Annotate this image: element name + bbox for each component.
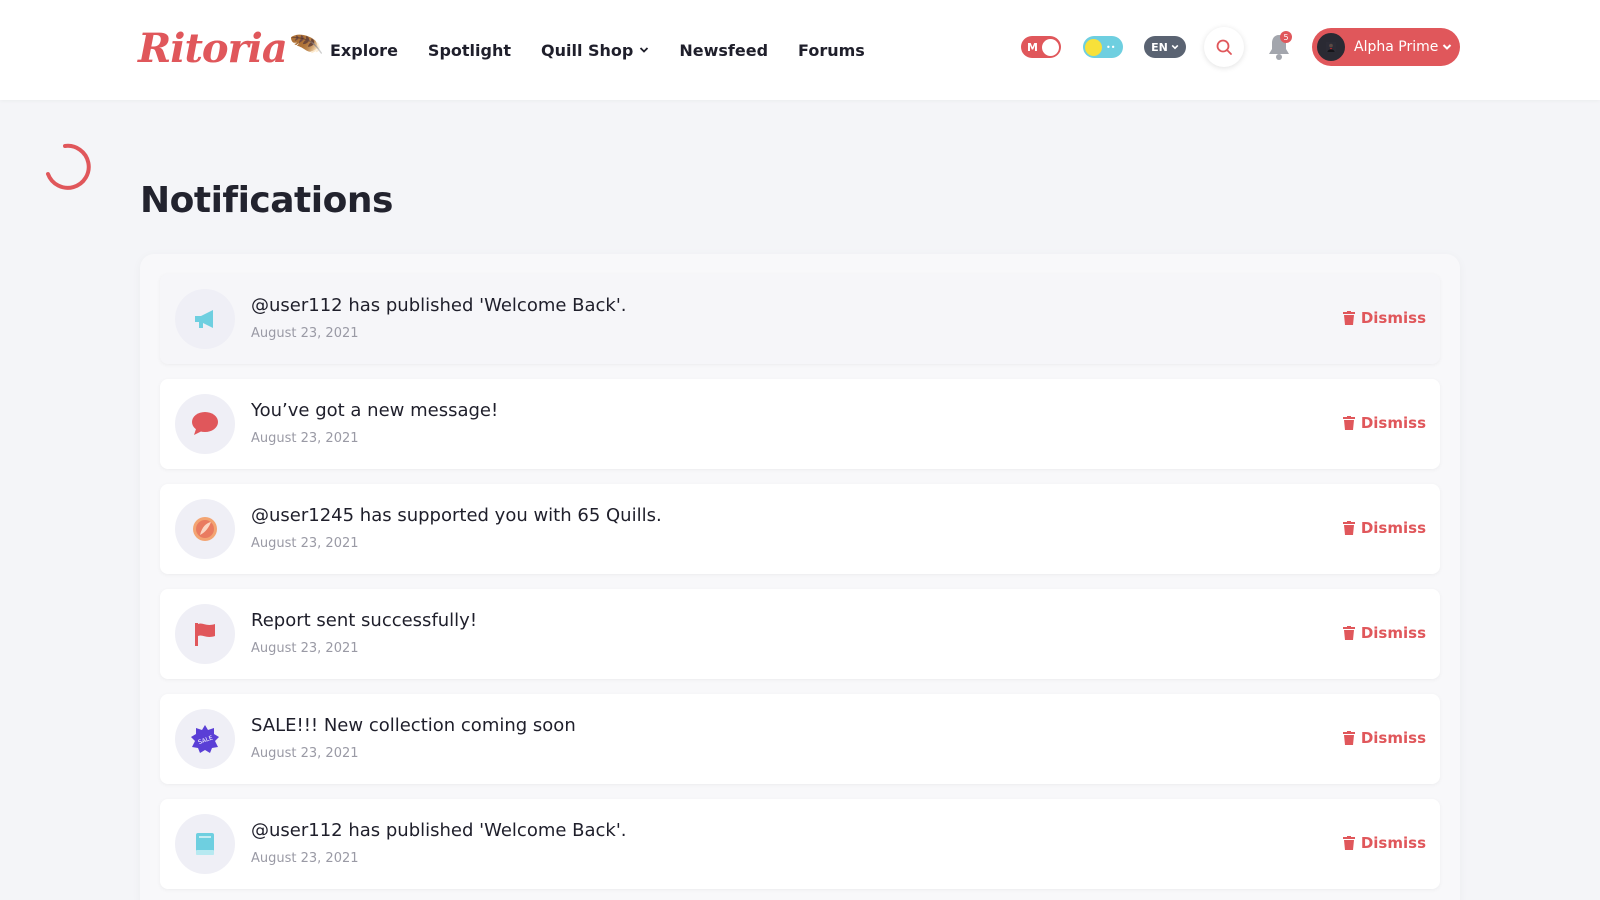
notification-text: @user112 has published 'Welcome Back'. xyxy=(251,820,627,841)
user-avatar-image xyxy=(1326,42,1336,52)
notification-item[interactable]: Report sent successfully! August 23, 202… xyxy=(160,589,1440,679)
notification-item[interactable]: @user112 has published 'Welcome Back'. A… xyxy=(160,799,1440,889)
notification-message: SALE!!! New collection coming soon xyxy=(251,715,576,736)
loading-spinner-icon xyxy=(46,143,91,190)
dismiss-button[interactable]: Dismiss xyxy=(1342,834,1426,852)
trash-icon xyxy=(1342,311,1355,325)
notification-date: August 23, 2021 xyxy=(251,536,359,551)
trash-icon xyxy=(1342,416,1355,430)
notification-icon-wrap xyxy=(175,289,235,349)
page-title: Notifications xyxy=(140,180,393,221)
notification-message: Report sent successfully! xyxy=(251,610,478,631)
trash-icon xyxy=(1342,836,1355,850)
mature-toggle-label: M xyxy=(1027,40,1038,54)
notification-item[interactable]: SALE SALE!!! New collection coming soon … xyxy=(160,694,1440,784)
main-nav: Explore Spotlight Quill Shop Newsfeed Fo… xyxy=(330,38,895,62)
dismiss-button[interactable]: Dismiss xyxy=(1342,519,1426,537)
ritoria-logo[interactable]: Ritoria 🪶 xyxy=(138,22,325,74)
notification-icon-wrap xyxy=(175,604,235,664)
nav-label: Explore xyxy=(330,40,398,60)
mature-content-toggle[interactable]: M xyxy=(1021,36,1061,58)
toggle-knob xyxy=(1042,38,1059,56)
notification-icon-wrap xyxy=(175,814,235,874)
chevron-down-icon xyxy=(1442,44,1452,50)
nav-newsfeed[interactable]: Newsfeed xyxy=(679,38,768,62)
dismiss-button[interactable]: Dismiss xyxy=(1342,414,1426,432)
notifications-button[interactable]: 5 xyxy=(1264,31,1294,63)
nav-label: Newsfeed xyxy=(679,40,769,60)
notification-icon-wrap xyxy=(175,394,235,454)
user-menu-button[interactable]: Alpha Prime xyxy=(1312,28,1460,66)
nav-quill-shop[interactable]: Quill Shop xyxy=(541,38,649,62)
nav-forums[interactable]: Forums xyxy=(798,38,865,62)
notification-date: August 23, 2021 xyxy=(251,746,359,761)
flag-icon xyxy=(195,623,215,646)
dismiss-label: Dismiss xyxy=(1360,624,1426,642)
nav-label: Spotlight xyxy=(427,40,511,60)
notification-date: August 23, 2021 xyxy=(251,431,359,446)
language-selector[interactable]: EN xyxy=(1144,36,1186,58)
user-name: Alpha Prime xyxy=(1354,39,1439,55)
notification-date: August 23, 2021 xyxy=(251,326,359,341)
dismiss-label: Dismiss xyxy=(1360,834,1426,852)
chevron-down-icon xyxy=(1171,44,1179,50)
notification-item[interactable]: @user1245 has supported you with 65 Quil… xyxy=(160,484,1440,574)
nav-label: Quill Shop xyxy=(541,40,634,60)
notification-date: August 23, 2021 xyxy=(251,641,359,656)
sale-badge-icon: SALE xyxy=(191,725,219,753)
logo-text: Ritoria xyxy=(138,24,288,72)
notification-count-badge: 5 xyxy=(1280,31,1292,43)
notification-text: @user112 has published 'Welcome Back'. xyxy=(251,295,627,316)
notification-text: You’ve got a new message! xyxy=(251,400,498,421)
dismiss-label: Dismiss xyxy=(1360,414,1426,432)
notification-text: @user1245 has supported you with 65 Quil… xyxy=(251,505,662,526)
dismiss-button[interactable]: Dismiss xyxy=(1342,309,1426,327)
notification-message: has published 'Welcome Back'. xyxy=(342,820,627,841)
top-navbar: Ritoria 🪶 Explore Spotlight Quill Shop N… xyxy=(0,0,1600,100)
notification-user[interactable]: @user1245 xyxy=(251,505,354,526)
search-icon xyxy=(1216,39,1232,55)
quill-coin-icon xyxy=(193,517,217,541)
quill-icon: 🪶 xyxy=(283,27,326,69)
notification-icon-wrap: SALE xyxy=(175,709,235,769)
notification-date: August 23, 2021 xyxy=(251,851,359,866)
notification-item[interactable]: You’ve got a new message! August 23, 202… xyxy=(160,379,1440,469)
notification-text: SALE!!! New collection coming soon xyxy=(251,715,576,736)
notification-user[interactable]: @user112 xyxy=(251,295,343,316)
dismiss-button[interactable]: Dismiss xyxy=(1342,729,1426,747)
notification-item[interactable]: @user112 has published 'Welcome Back'. A… xyxy=(160,274,1440,364)
theme-toggle[interactable]: •• xyxy=(1083,36,1123,58)
nav-label: Forums xyxy=(798,40,865,60)
stars-icon: •• xyxy=(1106,42,1116,52)
notification-message: has supported you with 65 Quills. xyxy=(354,505,662,526)
notification-message: You’ve got a new message! xyxy=(251,400,499,421)
trash-icon xyxy=(1342,521,1355,535)
book-icon xyxy=(196,833,214,855)
nav-spotlight[interactable]: Spotlight xyxy=(428,38,511,62)
language-label: EN xyxy=(1151,40,1168,54)
notification-user[interactable]: @user112 xyxy=(251,820,343,841)
avatar xyxy=(1315,31,1347,63)
dismiss-label: Dismiss xyxy=(1360,309,1426,327)
notification-text: Report sent successfully! xyxy=(251,610,477,631)
trash-icon xyxy=(1342,731,1355,745)
notification-icon-wrap xyxy=(175,499,235,559)
dismiss-label: Dismiss xyxy=(1360,519,1426,537)
search-button[interactable] xyxy=(1204,27,1244,67)
dismiss-label: Dismiss xyxy=(1360,729,1426,747)
trash-icon xyxy=(1342,626,1355,640)
dismiss-button[interactable]: Dismiss xyxy=(1342,624,1426,642)
notification-message: has published 'Welcome Back'. xyxy=(342,295,627,316)
megaphone-icon xyxy=(195,310,213,328)
chat-bubble-icon xyxy=(192,412,218,435)
chevron-down-icon xyxy=(640,47,649,53)
sun-icon xyxy=(1085,38,1102,56)
nav-explore[interactable]: Explore xyxy=(330,38,398,62)
